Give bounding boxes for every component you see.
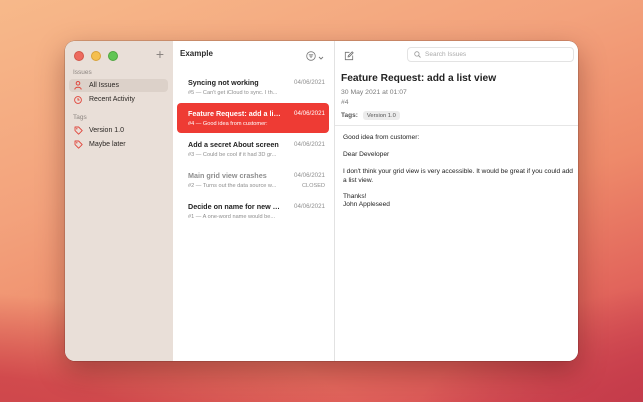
compose-icon (344, 48, 354, 65)
issue-subtitle: #5 — Can't get iCloud to sync. I th... (188, 90, 278, 96)
issue-date: 04/06/2021 (294, 79, 325, 86)
tags-label: Tags: (341, 112, 358, 119)
tag-icon (73, 126, 83, 136)
sidebar: + Issues All Issues Recent Activity Tags… (65, 41, 174, 361)
issue-subtitle: #2 — Turns out the data source w... (188, 183, 277, 189)
clock-icon (73, 95, 83, 105)
compose-button[interactable] (344, 48, 354, 66)
issue-date: 04/06/2021 (294, 110, 325, 117)
filter-icon (306, 48, 316, 66)
search-input[interactable] (425, 51, 565, 58)
zoom-window-button[interactable] (108, 51, 118, 61)
issue-row[interactable]: Feature Request: add a list... 04/06/202… (177, 103, 329, 133)
window-controls (74, 51, 118, 61)
body-line: John Appleseed (343, 201, 390, 208)
sidebar-item-tag-version[interactable]: Version 1.0 (69, 124, 168, 137)
body-line: Dear Developer (343, 151, 390, 158)
section-label-issues: Issues (73, 69, 92, 76)
sidebar-item-label: Version 1.0 (89, 127, 125, 134)
issue-list-pane: Example Syncing not working 04/06/2021 #… (173, 41, 335, 361)
issue-subtitle: #3 — Could be cool if it had 3D gr... (188, 152, 277, 158)
issue-date: 04/06/2021 (294, 141, 325, 148)
body-line: Good idea from customer: (343, 134, 420, 141)
sidebar-item-recent-activity[interactable]: Recent Activity (69, 93, 168, 106)
issue-date: 04/06/2021 (294, 172, 325, 179)
minimize-window-button[interactable] (91, 51, 101, 61)
issue-subtitle: #4 — Good idea from customer: (188, 121, 268, 127)
search-icon (414, 51, 421, 58)
sidebar-item-label: Maybe later (89, 141, 126, 148)
close-window-button[interactable] (74, 51, 84, 61)
sidebar-item-all-issues[interactable]: All Issues (69, 79, 168, 92)
list-title: Example (180, 49, 213, 58)
issue-title: Main grid view crashes (188, 171, 267, 180)
issue-row[interactable]: Decide on name for new pr... 04/06/2021 … (177, 196, 329, 226)
issue-subtitle: #1 — A one-word name would be... (188, 214, 276, 220)
issue-date: 04/06/2021 (294, 203, 325, 210)
issue-title: Feature Request: add a list... (188, 109, 283, 118)
sidebar-item-label: Recent Activity (89, 96, 135, 103)
tag-chip[interactable]: Version 1.0 (362, 111, 400, 120)
body-paragraph: I don't think your grid view is very acc… (343, 168, 573, 184)
divider (335, 125, 578, 126)
section-label-tags: Tags (73, 114, 87, 121)
issue-list-header: Example (173, 41, 334, 66)
issue-row[interactable]: Syncing not working 04/06/2021 #5 — Can'… (177, 72, 329, 102)
chevron-down-icon (318, 48, 324, 66)
add-tag-button[interactable]: + (156, 47, 164, 61)
issue-detail-title: Feature Request: add a list view (341, 73, 497, 84)
issue-tags: Tags: Version 1.0 (341, 111, 400, 120)
search-field[interactable] (407, 47, 574, 62)
tag-icon (73, 140, 83, 150)
issue-row[interactable]: Main grid view crashes 04/06/2021 #2 — T… (177, 165, 329, 195)
app-window: + Issues All Issues Recent Activity Tags… (65, 41, 578, 361)
sidebar-item-label: All Issues (89, 82, 119, 89)
sidebar-item-tag-maybe-later[interactable]: Maybe later (69, 138, 168, 151)
issue-detail-number: #4 (341, 99, 349, 106)
person-icon (73, 81, 83, 91)
closed-status-label: CLOSED (301, 183, 325, 189)
issue-row[interactable]: Add a secret About screen 04/06/2021 #3 … (177, 134, 329, 164)
issue-title: Add a secret About screen (188, 140, 279, 149)
issue-detail-pane: Feature Request: add a list view 30 May … (335, 41, 578, 361)
issue-title: Decide on name for new pr... (188, 202, 283, 211)
filter-menu-button[interactable] (306, 48, 324, 66)
issue-title: Syncing not working (188, 78, 259, 87)
issue-detail-date: 30 May 2021 at 01:07 (341, 89, 407, 96)
